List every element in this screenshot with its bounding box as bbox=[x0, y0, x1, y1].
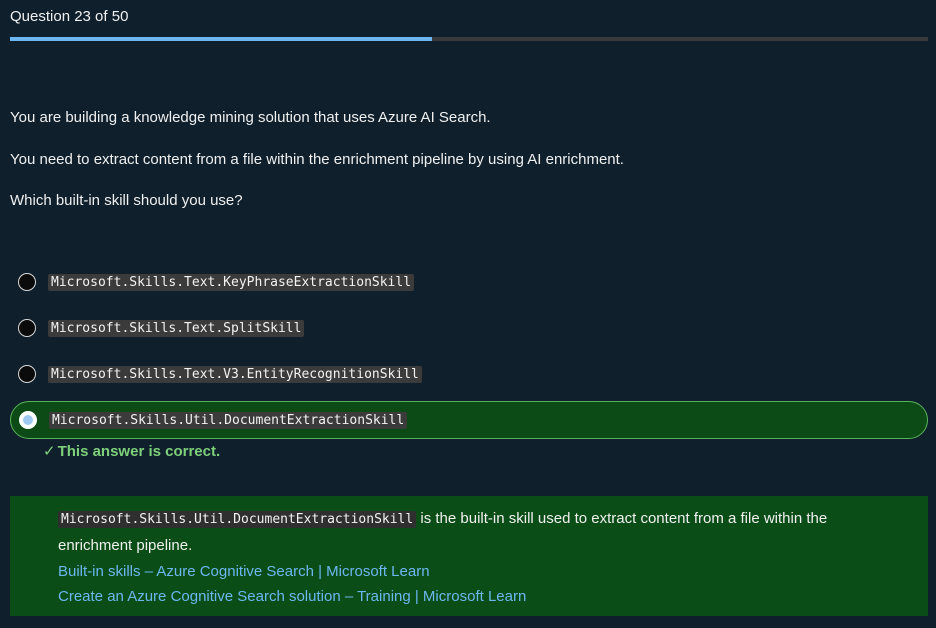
radio-button[interactable] bbox=[18, 365, 36, 383]
explanation-text-part1: is the built-in skill used to extract co… bbox=[416, 510, 828, 527]
explanation-code: Microsoft.Skills.Util.DocumentExtraction… bbox=[58, 511, 417, 528]
explanation-text-part2: enrichment pipeline. bbox=[58, 537, 193, 554]
feedback-text: This answer is correct. bbox=[57, 442, 221, 460]
reference-link-1[interactable]: Built-in skills – Azure Cognitive Search… bbox=[58, 559, 880, 584]
answer-feedback: ✓ This answer is correct. bbox=[43, 442, 221, 461]
answer-option-label: Microsoft.Skills.Text.SplitSkill bbox=[48, 319, 305, 337]
radio-button[interactable] bbox=[18, 273, 36, 291]
answer-option-label: Microsoft.Skills.Text.V3.EntityRecogniti… bbox=[48, 365, 422, 383]
question-text-line2: You need to extract content from a file … bbox=[10, 151, 624, 168]
reference-link-2[interactable]: Create an Azure Cognitive Search solutio… bbox=[58, 584, 880, 609]
question-text-line3: Which built-in skill should you use? bbox=[10, 192, 243, 209]
progress-bar bbox=[10, 37, 928, 41]
answer-option-label: Microsoft.Skills.Util.DocumentExtraction… bbox=[49, 411, 408, 429]
answer-option-label: Microsoft.Skills.Text.KeyPhraseExtractio… bbox=[48, 273, 415, 291]
answer-option-3[interactable]: Microsoft.Skills.Text.V3.EntityRecogniti… bbox=[10, 355, 928, 393]
answer-option-4[interactable]: Microsoft.Skills.Util.DocumentExtraction… bbox=[10, 401, 928, 439]
explanation-panel: Microsoft.Skills.Util.DocumentExtraction… bbox=[10, 496, 928, 616]
radio-dot bbox=[23, 415, 33, 425]
answer-option-2[interactable]: Microsoft.Skills.Text.SplitSkill bbox=[10, 309, 928, 347]
radio-button-selected[interactable] bbox=[19, 411, 37, 429]
question-text-line1: You are building a knowledge mining solu… bbox=[10, 109, 491, 126]
check-icon: ✓ bbox=[43, 443, 56, 460]
quiz-page: Question 23 of 50 You are building a kno… bbox=[0, 0, 936, 628]
answer-option-1[interactable]: Microsoft.Skills.Text.KeyPhraseExtractio… bbox=[10, 263, 928, 301]
radio-button[interactable] bbox=[18, 319, 36, 337]
progress-fill bbox=[10, 37, 433, 41]
question-counter: Question 23 of 50 bbox=[10, 8, 129, 25]
explanation-text: Microsoft.Skills.Util.DocumentExtraction… bbox=[58, 506, 880, 533]
